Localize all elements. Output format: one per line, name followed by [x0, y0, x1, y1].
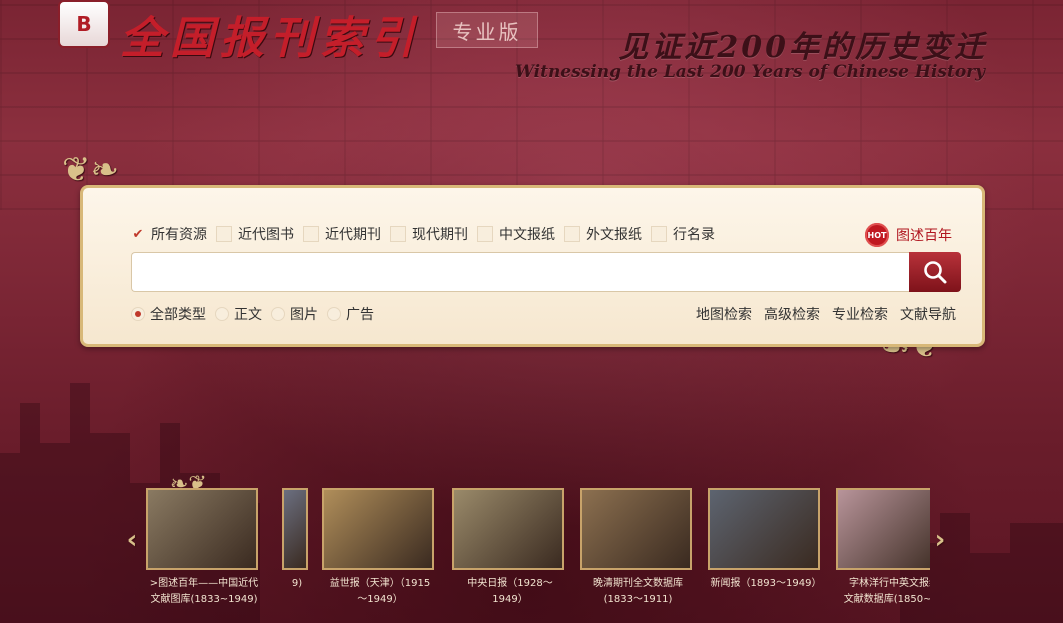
radio-icon[interactable]	[131, 307, 145, 321]
checkbox-icon[interactable]	[303, 226, 319, 242]
carousel-thumbnail[interactable]	[452, 488, 564, 570]
search-mode-link[interactable]: 文献导航	[900, 304, 956, 324]
resource-option[interactable]: 现代期刊	[390, 224, 468, 244]
search-mode-link[interactable]: 专业检索	[832, 304, 888, 324]
carousel-caption[interactable]: 益世报（天津）（1915 ～1949）	[322, 576, 438, 608]
resource-option[interactable]: ✔ 所有资源	[131, 224, 207, 244]
type-filter-row: 全部类型 正文 图片 广告	[131, 304, 383, 324]
search-mode-link[interactable]: 地图检索	[696, 304, 752, 324]
resource-option-label: 近代图书	[238, 227, 294, 243]
checkbox-icon[interactable]	[651, 226, 667, 242]
carousel-caption[interactable]: 晚清期刊全文数据库 (1833～1911)	[580, 576, 696, 608]
search-mode-links: 地图检索 高级检索 专业检索 文献导航	[684, 304, 956, 324]
carousel-caption[interactable]: 字林洋行中英文报纸 文献数据库(1850~19	[836, 576, 930, 608]
resource-option[interactable]: 近代图书	[216, 224, 294, 244]
carousel-thumbnail[interactable]	[282, 488, 308, 570]
type-option[interactable]: 正文	[215, 304, 262, 324]
radio-icon[interactable]	[271, 307, 285, 321]
type-option-label: 正文	[234, 307, 262, 323]
type-option-label: 全部类型	[150, 307, 206, 323]
resource-option[interactable]: 近代期刊	[303, 224, 381, 244]
carousel-caption[interactable]: >图述百年——中国近代 文献图库(1833~1949)	[146, 576, 262, 608]
type-option[interactable]: 图片	[271, 304, 318, 324]
hot-badge-icon: HOT	[865, 223, 889, 247]
carousel-card[interactable]: 中央日报（1928～ 1949）	[452, 488, 568, 623]
edition-badge: 专业版	[436, 12, 538, 48]
resource-option[interactable]: 行名录	[651, 224, 715, 244]
carousel-thumbnail[interactable]	[580, 488, 692, 570]
type-option-label: 图片	[290, 307, 318, 323]
type-option[interactable]: 全部类型	[131, 304, 206, 324]
resource-option-label: 近代期刊	[325, 227, 381, 243]
search-button[interactable]	[909, 252, 961, 292]
radio-icon[interactable]	[215, 307, 229, 321]
site-title: 全国报刊索引	[120, 13, 420, 64]
database-carousel: >图述百年——中国近代 文献图库(1833~1949) 9) 益世报（天津）（191…	[146, 488, 930, 623]
carousel-next-arrow-icon[interactable]: ›	[930, 525, 950, 555]
carousel-card[interactable]: 新闻报（1893～1949）	[708, 488, 824, 623]
site-logo[interactable]: B	[58, 0, 110, 48]
checkbox-icon[interactable]	[477, 226, 493, 242]
carousel-thumbnail[interactable]	[836, 488, 930, 570]
slogan-english: Witnessing the Last 200 Years of Chinese…	[514, 62, 985, 82]
search-input[interactable]	[131, 252, 909, 292]
search-icon	[924, 261, 947, 284]
hot-link-tushu[interactable]: HOT 图述百年	[865, 223, 952, 247]
carousel-card[interactable]: 9)	[282, 488, 312, 623]
checkbox-icon[interactable]	[216, 226, 232, 242]
carousel-caption[interactable]: 新闻报（1893～1949）	[708, 576, 824, 592]
resource-filter-row: ✔ 所有资源 近代图书 近代期刊 现代期刊 中文报纸 外文报纸 行名录	[131, 224, 724, 244]
carousel-thumbnail[interactable]	[146, 488, 258, 570]
checkbox-icon[interactable]	[390, 226, 406, 242]
carousel-caption[interactable]: 9)	[282, 576, 312, 592]
carousel-card[interactable]: >图述百年——中国近代 文献图库(1833~1949)	[146, 488, 262, 623]
resource-option-label: 中文报纸	[499, 227, 555, 243]
carousel-prev-arrow-icon[interactable]: ‹	[122, 525, 142, 555]
carousel-thumbnail[interactable]	[708, 488, 820, 570]
resource-option-label: 外文报纸	[586, 227, 642, 243]
resource-option-label: 现代期刊	[412, 227, 468, 243]
resource-option-label: 行名录	[673, 227, 715, 243]
carousel-card[interactable]: 字林洋行中英文报纸 文献数据库(1850~19	[836, 488, 930, 623]
radio-icon[interactable]	[327, 307, 341, 321]
resource-option[interactable]: 外文报纸	[564, 224, 642, 244]
resource-option-label: 所有资源	[151, 227, 207, 243]
carousel-card[interactable]: 晚清期刊全文数据库 (1833～1911)	[580, 488, 696, 623]
slogan-chinese: 见证近200年的历史变迁	[618, 30, 987, 65]
hot-link-label: 图述百年	[896, 228, 952, 244]
logo-mark: B	[76, 12, 92, 36]
type-option-label: 广告	[346, 307, 374, 323]
carousel-card[interactable]: 益世报（天津）（1915 ～1949）	[322, 488, 438, 623]
checkbox-checked-icon[interactable]: ✔	[131, 227, 145, 242]
type-option[interactable]: 广告	[327, 304, 374, 324]
checkbox-icon[interactable]	[564, 226, 580, 242]
resource-option[interactable]: 中文报纸	[477, 224, 555, 244]
carousel-thumbnail[interactable]	[322, 488, 434, 570]
search-mode-link[interactable]: 高级检索	[764, 304, 820, 324]
ornament-top-left-icon: ❦❧	[62, 150, 119, 190]
search-panel: ✔ 所有资源 近代图书 近代期刊 现代期刊 中文报纸 外文报纸 行名录 HOT 图述百年 全部…	[80, 185, 985, 347]
carousel-caption[interactable]: 中央日报（1928～ 1949）	[452, 576, 568, 608]
